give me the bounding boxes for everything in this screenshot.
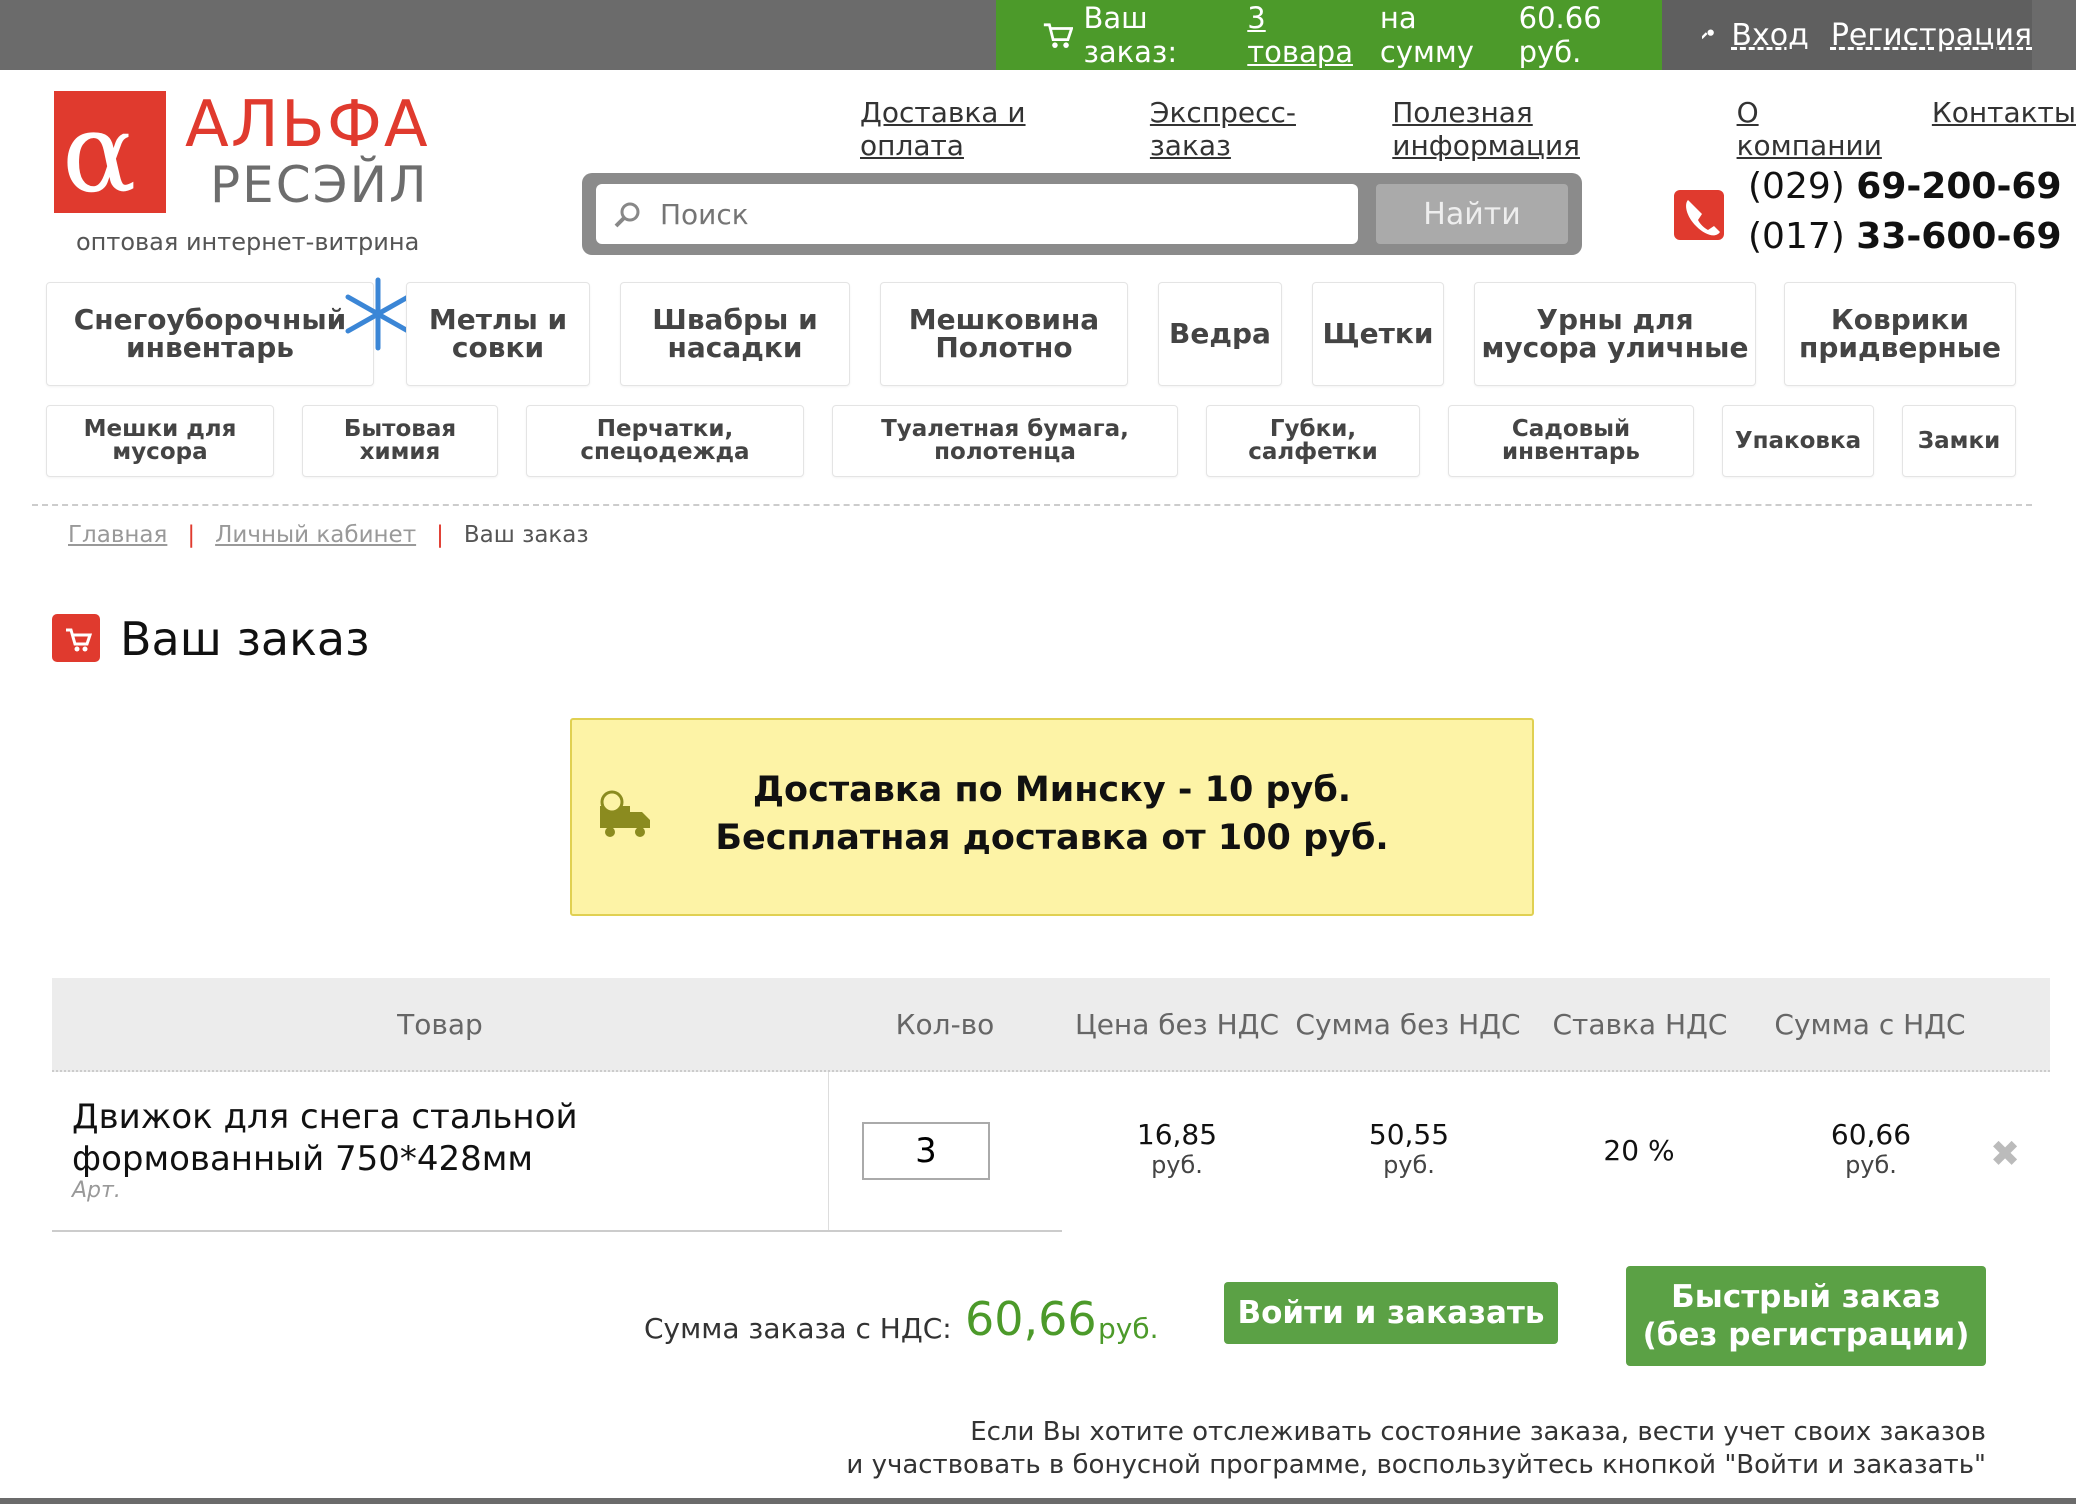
delivery-notice-text: Доставка по Минску - 10 руб. Бесплатная … xyxy=(570,766,1534,862)
divider xyxy=(32,504,2032,506)
header-vat-rate: Ставка НДС xyxy=(1552,1008,1728,1041)
price-cell: 16,85 руб. xyxy=(1136,1118,1218,1180)
total-value: 60,66 xyxy=(965,1292,1097,1346)
header-price: Цена без НДС xyxy=(1074,1008,1280,1041)
notice-line-2: Бесплатная доставка от 100 руб. xyxy=(715,818,1389,858)
cart-icon xyxy=(1043,23,1074,48)
nav-about[interactable]: О компании xyxy=(1737,96,1900,162)
vat-rate-cell: 20 % xyxy=(1603,1134,1675,1167)
phone-number-2[interactable]: (017) 33-600-69 xyxy=(1748,216,2062,257)
snowflake-icon xyxy=(345,277,411,351)
header-sum-vat: Сумма с НДС xyxy=(1774,1008,1966,1041)
category-garden[interactable]: Садовый инвентарь xyxy=(1448,405,1694,477)
phone-number-1[interactable]: (029) 69-200-69 xyxy=(1748,166,2062,207)
cart-summary-bar[interactable]: Ваш заказ: 3 товара на сумму 60.66 руб. xyxy=(996,0,1662,70)
breadcrumb: Главная | Личный кабинет | Ваш заказ xyxy=(68,522,589,548)
cart-prefix: Ваш заказ: xyxy=(1083,1,1178,69)
category-mats[interactable]: Коврики придверные xyxy=(1784,282,2016,386)
remove-icon[interactable]: ✖ xyxy=(1990,1134,2020,1175)
quantity-input[interactable] xyxy=(862,1122,990,1180)
category-snow[interactable]: Снегоуборочный инвентарь xyxy=(46,282,374,386)
total-unit: руб. xyxy=(1098,1312,1159,1345)
cart-middle: на сумму xyxy=(1379,1,1474,69)
logo-tagline: оптовая интернет-витрина xyxy=(76,228,420,256)
register-link[interactable]: Регистрация xyxy=(1831,18,2032,53)
key-icon xyxy=(1702,29,1714,39)
nav-contacts[interactable]: Контакты xyxy=(1932,96,2076,162)
category-buckets[interactable]: Ведра xyxy=(1158,282,1282,386)
category-paper[interactable]: Туалетная бумага, полотенца xyxy=(832,405,1178,477)
nav-express[interactable]: Экспресс-заказ xyxy=(1150,96,1360,162)
cart-title-icon xyxy=(52,614,100,662)
category-bins[interactable]: Урны для мусора уличные xyxy=(1474,282,1756,386)
product-name[interactable]: Движок для снега стальной формованный 75… xyxy=(72,1096,832,1180)
cart-count-link[interactable]: 3 товара xyxy=(1247,1,1370,69)
sum-vat-cell: 60,66 руб. xyxy=(1830,1118,1912,1180)
auth-bar: Вход Регистрация xyxy=(1662,0,2032,70)
nav-info[interactable]: Полезная информация xyxy=(1392,96,1704,162)
category-sponges[interactable]: Губки, салфетки xyxy=(1206,405,1420,477)
search-button[interactable]: Найти xyxy=(1376,184,1568,244)
category-gloves[interactable]: Перчатки, спецодежда xyxy=(526,405,804,477)
category-chemicals[interactable]: Бытовая химия xyxy=(302,405,498,477)
page-title: Ваш заказ xyxy=(120,612,370,666)
total-label: Сумма заказа с НДС: xyxy=(644,1312,952,1345)
category-brushes[interactable]: Щетки xyxy=(1312,282,1444,386)
category-brooms[interactable]: Метлы и совки xyxy=(406,282,590,386)
svg-text:α: α xyxy=(62,91,136,213)
row-border xyxy=(52,1230,1062,1232)
phone-icon xyxy=(1674,190,1724,240)
login-link[interactable]: Вход xyxy=(1731,18,1808,53)
category-garbage-bags[interactable]: Мешки для мусора xyxy=(46,405,274,477)
header-qty: Кол-во xyxy=(895,1008,995,1041)
header-product: Товар xyxy=(397,1008,483,1041)
quick-order-button[interactable]: Быстрый заказ (без регистрации) xyxy=(1626,1266,1986,1366)
breadcrumb-cabinet[interactable]: Личный кабинет xyxy=(215,522,416,548)
nav-delivery[interactable]: Доставка и оплата xyxy=(860,96,1118,162)
alpha-logo-icon: α xyxy=(62,89,136,217)
bottom-bar xyxy=(0,1498,2076,1504)
order-note: Если Вы хотите отслеживать состояние зак… xyxy=(700,1416,1986,1482)
category-burlap[interactable]: Мешковина Полотно xyxy=(880,282,1128,386)
breadcrumb-separator: | xyxy=(187,522,196,548)
search-icon xyxy=(614,202,640,228)
product-article: Арт. xyxy=(72,1178,121,1203)
header-sum: Сумма без НДС xyxy=(1295,1008,1521,1041)
breadcrumb-separator: | xyxy=(436,522,444,548)
breadcrumb-current: Ваш заказ xyxy=(463,522,589,548)
category-packaging[interactable]: Упаковка xyxy=(1722,405,1874,477)
logo-mark[interactable]: α xyxy=(54,89,166,217)
login-and-order-button[interactable]: Войти и заказать xyxy=(1224,1282,1558,1344)
category-mops[interactable]: Швабры и насадки xyxy=(620,282,850,386)
logo-name-line2: РЕСЭЙЛ xyxy=(210,156,429,214)
search-input[interactable] xyxy=(596,184,1358,244)
sum-cell: 50,55 руб. xyxy=(1368,1118,1450,1180)
notice-line-1: Доставка по Минску - 10 руб. xyxy=(752,770,1352,810)
logo-name-line1: АЛЬФА xyxy=(185,88,430,162)
cart-sum: 60.66 руб. xyxy=(1518,1,1602,69)
category-locks[interactable]: Замки xyxy=(1902,405,2016,477)
breadcrumb-home[interactable]: Главная xyxy=(68,522,167,548)
note-line-2: и участвовать в бонусной программе, восп… xyxy=(846,1450,1986,1480)
top-nav: Доставка и оплата Экспресс-заказ Полезна… xyxy=(860,96,2076,162)
note-line-1: Если Вы хотите отслеживать состояние зак… xyxy=(970,1417,1986,1447)
